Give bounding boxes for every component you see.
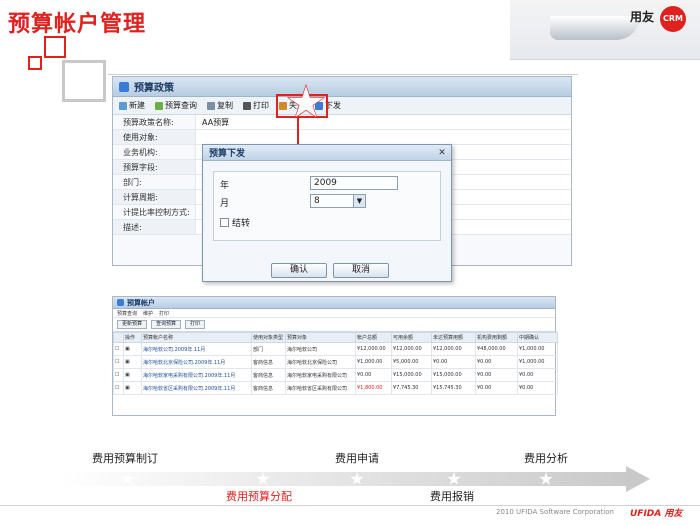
table-row[interactable]: ☐ ▣ 海尔哈软北京保险公司.2009年.11月 客商信息 海尔哈软北京保险公司 ¥1,… (113, 355, 558, 369)
copyright-text: 2010 UFIDA Software Corporation (496, 508, 614, 516)
year-input[interactable]: 2009 (310, 176, 398, 190)
field-row: 使用对象: (113, 130, 571, 145)
table-row[interactable]: ☐ ▣ 海尔哈软公司.2009年.11月 部门 海尔哈软公司 ¥12,000.00 ¥12… (113, 342, 558, 356)
window-title: 预算政策 (134, 83, 174, 94)
print-button[interactable]: 打印 (185, 320, 206, 329)
menu-item[interactable]: 维护 (143, 310, 153, 317)
app-icon (117, 299, 124, 306)
decor-square-red-small (28, 56, 42, 70)
carryover-label: 结转 (232, 219, 251, 229)
menu-item[interactable]: 打印 (159, 310, 169, 317)
query-icon (155, 101, 163, 110)
row-checkbox[interactable]: ☐ (113, 381, 124, 395)
column-header[interactable]: 可用余额 (391, 332, 432, 343)
toolbar: 新建 预算查询 复制 打印 失效 下发 (113, 97, 571, 115)
column-header[interactable]: 使用对象类型 (251, 332, 286, 343)
process-timeline (60, 466, 650, 492)
column-header[interactable]: 中期确认 (517, 332, 558, 343)
carryover-checkbox[interactable] (220, 218, 229, 227)
ok-button[interactable]: 确认 (271, 263, 327, 278)
stage-budget-allocation: 费用预算分配 (226, 490, 292, 503)
copy-button[interactable]: 复制 (207, 100, 233, 111)
window-title: 预算帐户 (127, 298, 155, 307)
month-select[interactable]: 8 ▼ (310, 194, 366, 208)
new-button[interactable]: 新建 (119, 100, 145, 111)
query-budget-button[interactable]: 查询预算 (151, 320, 182, 329)
query-button[interactable]: 预算查询 (155, 100, 197, 111)
column-header[interactable]: 操作 (123, 332, 142, 343)
row-action-icon[interactable]: ▣ (123, 381, 142, 395)
copy-icon (207, 101, 215, 110)
column-header[interactable]: 预算帐户名称 (141, 332, 252, 343)
close-icon[interactable]: ✕ (437, 148, 447, 158)
dialog-title: 预算下发 (209, 149, 246, 159)
row-checkbox[interactable]: ☐ (113, 342, 124, 356)
column-header[interactable]: 未达预算用额 (431, 332, 476, 343)
chevron-down-icon[interactable]: ▼ (353, 195, 365, 207)
field-value[interactable]: AA预算 (195, 115, 571, 129)
timeline-arrowhead (626, 466, 650, 492)
stage-expense-reimbursement: 费用报销 (430, 490, 474, 503)
grid-toolbar: 更新预算 查询预算 打印 (113, 318, 555, 332)
row-action-icon[interactable]: ▣ (123, 368, 142, 382)
menu-item[interactable]: 预算查询 (117, 310, 137, 317)
footer-divider (0, 505, 700, 506)
slide-title: 预算帐户管理 (8, 12, 147, 37)
decor-square-red-large (44, 36, 66, 58)
table-row[interactable]: ☐ ▣ 海尔哈软省区采购有限公司.2009年.11月 客商信息 海尔哈软省区采购有限公… (113, 381, 558, 395)
budget-account-window: 预算帐户 预算查询 维护 打印 更新预算 查询预算 打印 操作 预算帐户名称 使… (112, 296, 558, 416)
table-header: 操作 预算帐户名称 使用对象类型 预算对象 帐户总额 可用余额 未达预算用额 机… (113, 332, 558, 343)
carryover-option: 结转 (220, 216, 250, 229)
column-header[interactable]: 机构费用剩额 (475, 332, 518, 343)
field-row: 预算政策名称: AA预算 (113, 115, 571, 130)
window-titlebar: 预算政策 (113, 77, 571, 97)
column-header[interactable]: 帐户总额 (355, 332, 392, 343)
crm-badge: CRM (660, 6, 686, 32)
footer-logo: UFIDA 用友 (630, 509, 683, 519)
row-action-icon[interactable]: ▣ (123, 355, 142, 369)
dialog-titlebar: 预算下发 ✕ (203, 145, 451, 161)
row-checkbox[interactable]: ☐ (113, 355, 124, 369)
ship-graphic (550, 16, 640, 40)
brand-name: 用友 (629, 10, 654, 24)
column-header[interactable]: 预算对象 (285, 332, 356, 343)
table-row[interactable]: ☐ ▣ 海尔哈软家电采购有限公司.2009年.11月 客商信息 海尔哈软家电采购有限公… (113, 368, 558, 382)
brand-banner: 用友 CRM (510, 0, 700, 60)
menu-bar: 预算查询 维护 打印 (113, 309, 555, 318)
column-header[interactable] (113, 332, 124, 343)
budget-dispatch-dialog: 预算下发 ✕ 年 2009 月 8 ▼ 结转 确认 取消 (202, 144, 452, 282)
year-label: 年 (220, 181, 230, 191)
month-label: 月 (220, 199, 230, 209)
cancel-button[interactable]: 取消 (333, 263, 389, 278)
row-checkbox[interactable]: ☐ (113, 368, 124, 382)
decor-square-gray (62, 60, 106, 102)
stage-expense-analysis: 费用分析 (524, 452, 568, 465)
header-divider (108, 74, 578, 75)
stage-budget-planning: 费用预算制订 (92, 452, 158, 465)
new-icon (119, 101, 127, 110)
row-action-icon[interactable]: ▣ (123, 342, 142, 356)
field-value[interactable] (195, 130, 571, 144)
app-icon (119, 81, 129, 92)
window-titlebar: 预算帐户 (113, 297, 555, 309)
print-icon (243, 101, 251, 110)
budget-account-table: 操作 预算帐户名称 使用对象类型 预算对象 帐户总额 可用余额 未达预算用额 机… (113, 332, 558, 395)
print-button[interactable]: 打印 (243, 100, 269, 111)
stage-expense-request: 费用申请 (335, 452, 379, 465)
dialog-body: 年 2009 月 8 ▼ 结转 (213, 171, 441, 241)
update-budget-button[interactable]: 更新预算 (117, 320, 148, 329)
